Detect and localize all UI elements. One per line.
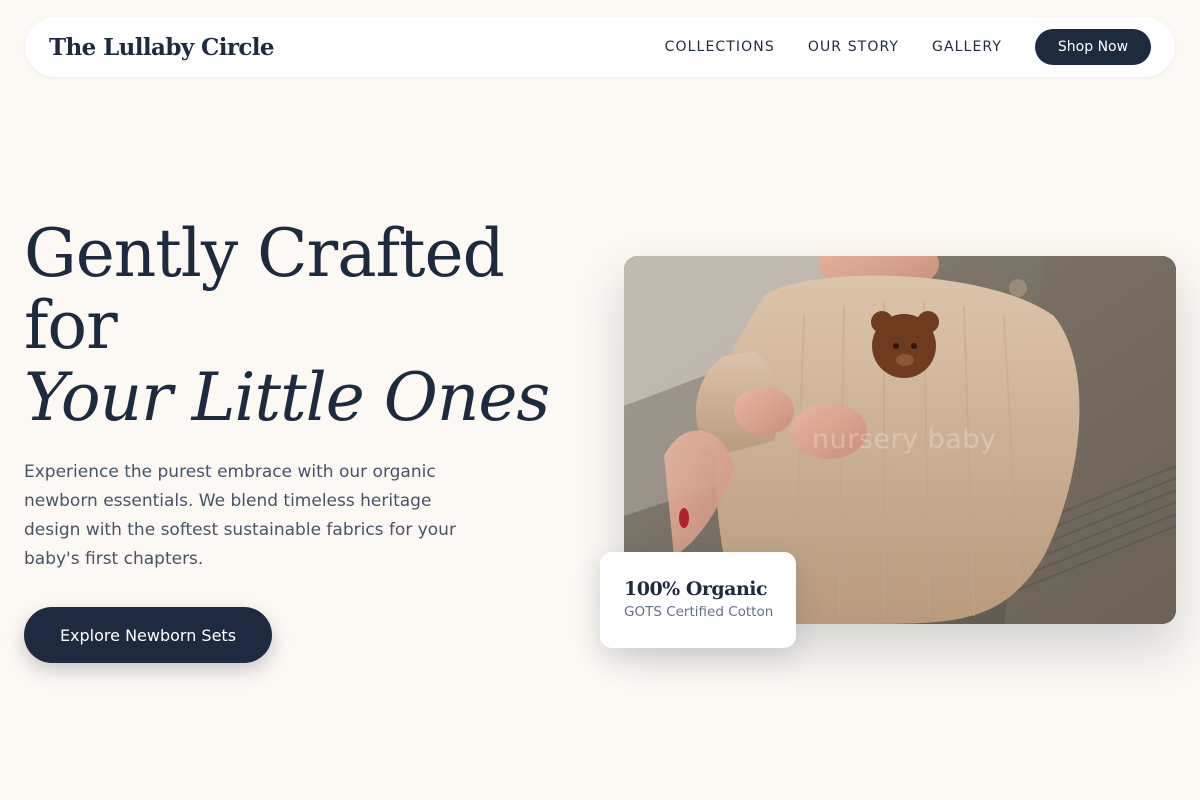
explore-newborn-sets-button[interactable]: Explore Newborn Sets <box>24 607 272 663</box>
nav-link-collections[interactable]: COLLECTIONS <box>665 39 775 55</box>
main-nav: COLLECTIONS OUR STORY GALLERY Shop Now <box>665 29 1151 65</box>
organic-badge-card: 100% Organic GOTS Certified Cotton <box>600 552 796 648</box>
badge-subtitle: GOTS Certified Cotton <box>624 604 774 620</box>
image-watermark: nursery baby <box>812 424 997 455</box>
shop-now-button[interactable]: Shop Now <box>1035 29 1151 65</box>
hero-description: Experience the purest embrace with our o… <box>24 462 456 569</box>
hero-title-line-2: for <box>24 287 118 364</box>
top-navbar: The Lullaby Circle COLLECTIONS OUR STORY… <box>25 17 1175 77</box>
hero-title: Gently Crafted for Your Little Ones <box>24 218 584 434</box>
hero-title-line-1: Gently Crafted <box>24 215 505 292</box>
nav-link-our-story[interactable]: OUR STORY <box>808 39 899 55</box>
badge-title: 100% Organic <box>624 578 768 600</box>
brand-logo[interactable]: The Lullaby Circle <box>49 34 275 61</box>
nav-link-gallery[interactable]: GALLERY <box>932 39 1002 55</box>
hero-title-line-3: Your Little Ones <box>24 359 550 436</box>
